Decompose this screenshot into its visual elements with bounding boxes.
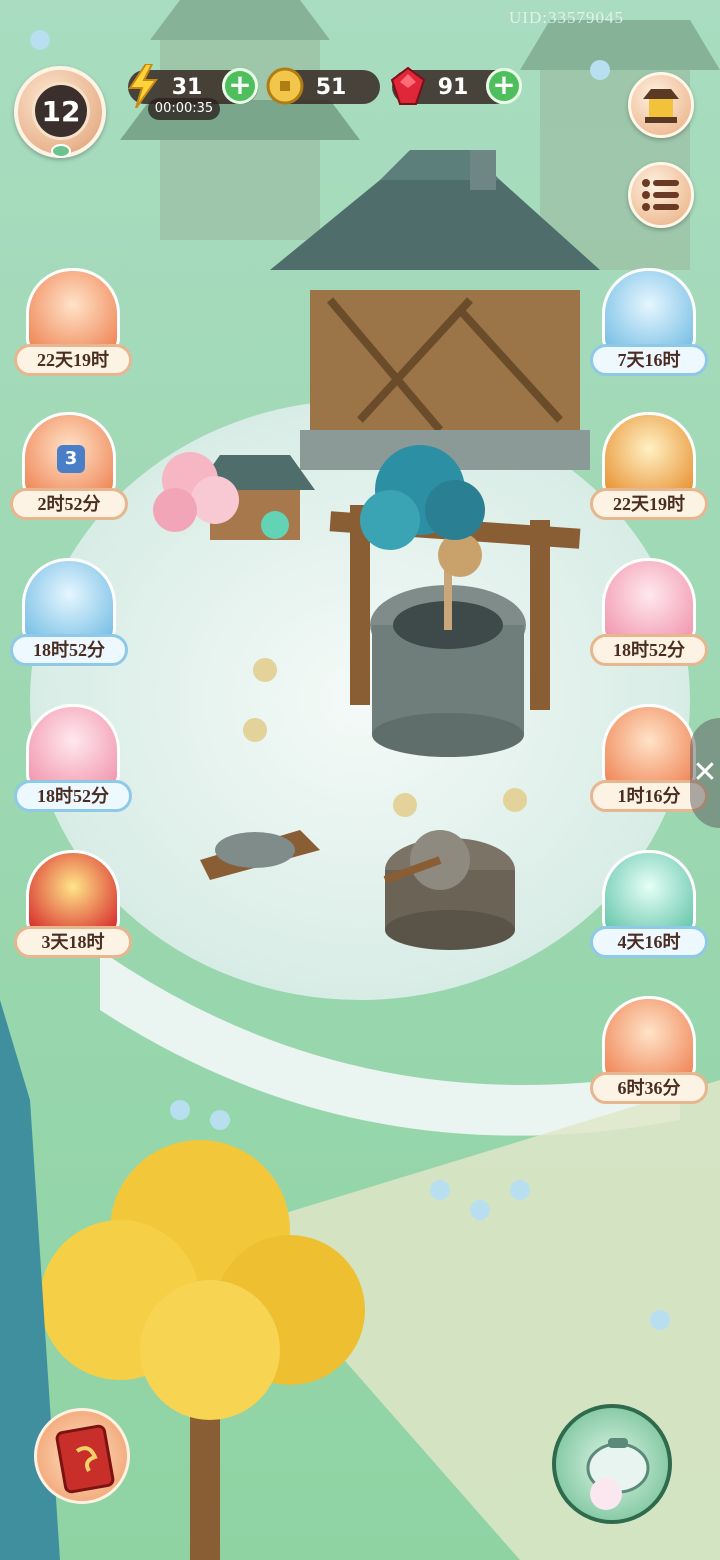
level-gem-icon bbox=[51, 144, 71, 158]
event-pink-fan[interactable]: 18时52分 bbox=[14, 704, 132, 812]
event-girl-character[interactable]: 6时36分 bbox=[590, 996, 708, 1104]
player-level: 12 bbox=[41, 94, 81, 128]
teahouse-button[interactable] bbox=[552, 1404, 672, 1524]
event-gift-box[interactable]: 3 2时52分 bbox=[10, 412, 128, 520]
recipe-book-button[interactable] bbox=[34, 1408, 130, 1504]
event-gold-drum[interactable]: 3天18时 bbox=[14, 850, 132, 958]
list-menu-icon bbox=[642, 179, 679, 211]
coin-icon bbox=[266, 67, 304, 105]
menu-button[interactable] bbox=[628, 162, 694, 228]
event-timer: 2时52分 bbox=[10, 488, 128, 520]
player-uid: UID:33579045 bbox=[509, 8, 624, 27]
player-level-badge[interactable]: 12 bbox=[14, 66, 106, 158]
event-camellia[interactable]: 18时52分 bbox=[10, 558, 128, 666]
event-cat-cloud[interactable]: 7天16时 bbox=[590, 268, 708, 376]
event-timer: 18时52分 bbox=[10, 634, 128, 666]
event-cream-cat[interactable]: 18时52分 bbox=[590, 558, 708, 666]
gift-count-badge: 3 bbox=[57, 445, 85, 473]
coin-counter: 51 bbox=[266, 67, 380, 105]
add-gems-button[interactable]: + bbox=[486, 68, 522, 104]
millstone bbox=[383, 830, 515, 950]
event-wedding-chest[interactable]: 22天19时 bbox=[14, 268, 132, 376]
event-timer: 6时36分 bbox=[590, 1072, 708, 1104]
coin-value: 51 bbox=[315, 74, 347, 100]
side-collapse-tab[interactable]: ✕ bbox=[690, 718, 720, 828]
event-timer: 3天18时 bbox=[14, 926, 132, 958]
ruby-icon bbox=[390, 66, 426, 105]
shop-button[interactable] bbox=[628, 72, 694, 138]
event-timer: 22天19时 bbox=[590, 488, 708, 520]
energy-value: 31 bbox=[171, 74, 203, 100]
energy-timer: 00:00:35 bbox=[148, 98, 220, 120]
event-timer: 22天19时 bbox=[14, 344, 132, 376]
event-timer: 18时52分 bbox=[590, 634, 708, 666]
gem-value: 91 bbox=[437, 74, 469, 100]
event-timer: 7天16时 bbox=[590, 344, 708, 376]
shop-pavilion-icon bbox=[643, 89, 679, 123]
event-cat-gift[interactable]: 4天16时 bbox=[590, 850, 708, 958]
teapot-icon bbox=[586, 1438, 650, 1510]
event-red-envelope[interactable]: 22天19时 bbox=[590, 412, 708, 520]
event-timer: 18时52分 bbox=[14, 780, 132, 812]
event-timer: 4天16时 bbox=[590, 926, 708, 958]
add-energy-button[interactable]: + bbox=[222, 68, 258, 104]
red-book-icon bbox=[55, 1424, 115, 1494]
